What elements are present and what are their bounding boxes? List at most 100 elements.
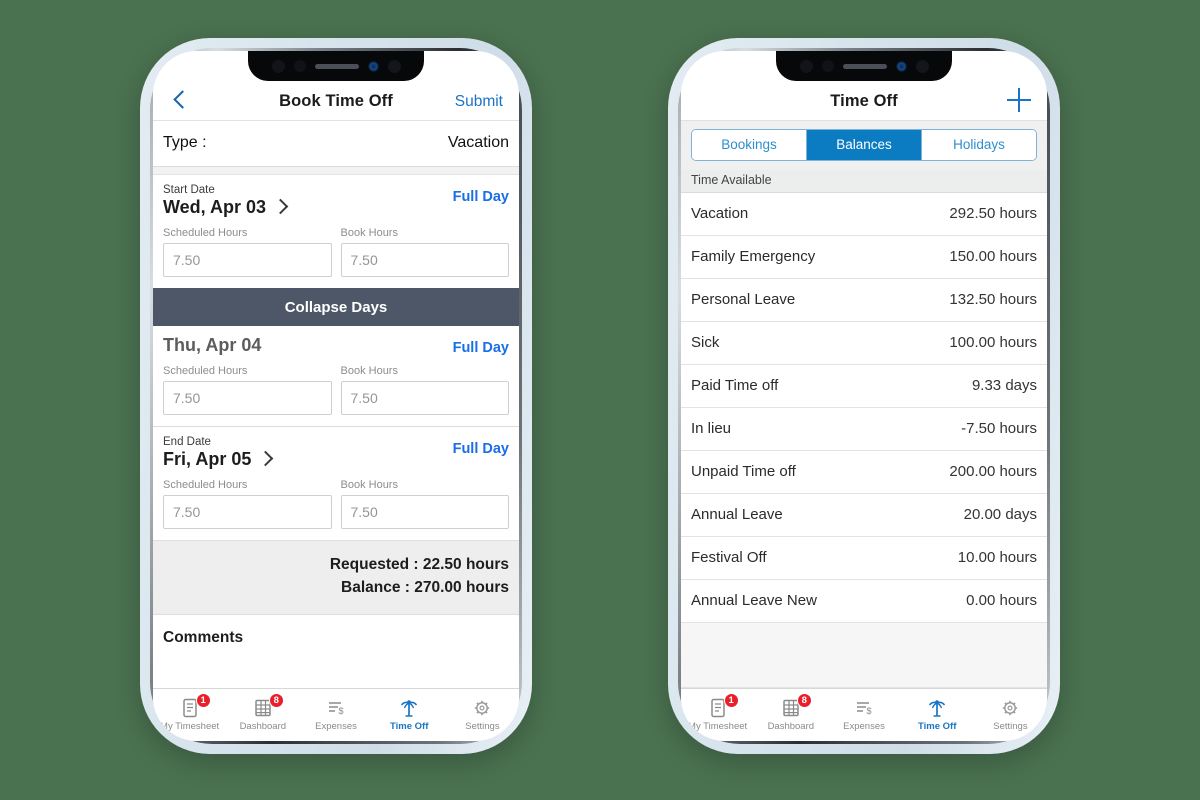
book-hours-input[interactable] bbox=[340, 381, 509, 415]
balance-value: 10.00 hours bbox=[957, 549, 1037, 566]
tab-label: My Timesheet bbox=[688, 721, 748, 732]
speaker-grille-icon bbox=[842, 63, 887, 69]
booking-form-scroll[interactable]: Type : Vacation Start Date Wed, Apr 03 F… bbox=[153, 121, 519, 688]
list-item[interactable]: Vacation 292.50 hours bbox=[681, 193, 1047, 236]
notch bbox=[248, 51, 424, 81]
icon-wrap: 1 bbox=[179, 693, 211, 718]
type-row[interactable]: Type : Vacation bbox=[153, 121, 519, 167]
tab-dashboard[interactable]: 8 Dashboard bbox=[226, 689, 299, 741]
day-date-group[interactable]: Start Date Wed, Apr 03 bbox=[163, 184, 289, 218]
scheduled-hours-field: Scheduled Hours bbox=[163, 479, 332, 529]
tab-balances[interactable]: Balances bbox=[806, 130, 921, 160]
balances-scroll[interactable]: Vacation 292.50 hours Family Emergency 1… bbox=[681, 193, 1047, 688]
icon-wrap: 8 bbox=[780, 693, 812, 718]
palm-tree-icon bbox=[398, 698, 420, 718]
camera-icon bbox=[271, 59, 285, 73]
day-date[interactable]: Fri, Apr 05 bbox=[163, 449, 274, 470]
list-item[interactable]: Personal Leave 132.50 hours bbox=[681, 279, 1047, 322]
full-day-link[interactable]: Full Day bbox=[453, 335, 509, 356]
tab-label: Expenses bbox=[315, 721, 357, 732]
tab-expenses[interactable]: $ Expenses bbox=[299, 689, 372, 741]
day-header: End Date Fri, Apr 05 Full Day bbox=[163, 436, 509, 470]
balance-total: Balance : 270.00 hours bbox=[341, 579, 509, 596]
phone-mockup-left: Book Time Off Submit Type : Vacation Sta… bbox=[140, 38, 532, 754]
tab-my-timesheet[interactable]: 1 My Timesheet bbox=[681, 689, 754, 741]
speaker-grille-icon bbox=[314, 63, 359, 69]
tab-expenses[interactable]: $ Expenses bbox=[827, 689, 900, 741]
type-value: Vacation bbox=[447, 134, 509, 151]
scheduled-hours-input[interactable] bbox=[163, 495, 332, 529]
list-item[interactable]: Sick 100.00 hours bbox=[681, 322, 1047, 365]
day-block-end: End Date Fri, Apr 05 Full Day Scheduled … bbox=[153, 427, 519, 540]
tab-time-off[interactable]: Time Off bbox=[901, 689, 974, 741]
list-item[interactable]: Annual Leave New 0.00 hours bbox=[681, 580, 1047, 623]
tab-dashboard[interactable]: 8 Dashboard bbox=[754, 689, 827, 741]
book-hours-label: Book Hours bbox=[340, 227, 398, 239]
tab-my-timesheet[interactable]: 1 My Timesheet bbox=[153, 689, 226, 741]
plus-icon[interactable] bbox=[1007, 88, 1031, 112]
chevron-right-icon bbox=[272, 198, 289, 215]
list-item[interactable]: Festival Off 10.00 hours bbox=[681, 537, 1047, 580]
tab-label: Dashboard bbox=[239, 721, 287, 732]
badge-count: 8 bbox=[268, 693, 284, 708]
day-date-group[interactable]: Thu, Apr 04 bbox=[163, 335, 261, 356]
day-block-start: Start Date Wed, Apr 03 Full Day Schedule… bbox=[153, 175, 519, 288]
camera-tertiary-icon bbox=[387, 59, 401, 73]
phone-mockup-right: Time Off Bookings Balances Holidays Time… bbox=[668, 38, 1060, 754]
submit-button[interactable]: Submit bbox=[455, 93, 503, 111]
tab-holidays[interactable]: Holidays bbox=[921, 130, 1036, 160]
tab-bookings[interactable]: Bookings bbox=[692, 130, 806, 160]
book-hours-input[interactable] bbox=[340, 495, 509, 529]
chevron-left-icon[interactable] bbox=[169, 89, 191, 111]
day-block-middle: Thu, Apr 04 Full Day Scheduled Hours Boo… bbox=[153, 326, 519, 426]
phone-screen-right: Time Off Bookings Balances Holidays Time… bbox=[681, 51, 1047, 741]
tabbar-left: 1 My Timesheet 8 Dashboard $ Expenses Ti… bbox=[153, 688, 519, 741]
list-item[interactable]: In lieu -7.50 hours bbox=[681, 408, 1047, 451]
day-date-text: Thu, Apr 04 bbox=[163, 335, 262, 355]
palm-tree-icon bbox=[926, 698, 948, 718]
badge-count: 8 bbox=[796, 693, 812, 708]
collapse-days-button[interactable]: Collapse Days bbox=[153, 288, 519, 326]
scheduled-hours-label: Scheduled Hours bbox=[163, 365, 248, 377]
gear-icon bbox=[999, 698, 1021, 718]
balance-name: In lieu bbox=[691, 420, 732, 437]
full-day-link[interactable]: Full Day bbox=[453, 184, 509, 205]
tab-settings[interactable]: Settings bbox=[974, 689, 1047, 741]
page-title: Time Off bbox=[830, 92, 898, 110]
segmented-control: Bookings Balances Holidays bbox=[691, 129, 1037, 161]
tab-settings[interactable]: Settings bbox=[446, 689, 519, 741]
tab-time-off[interactable]: Time Off bbox=[373, 689, 446, 741]
day-date-group[interactable]: End Date Fri, Apr 05 bbox=[163, 436, 274, 470]
day-date[interactable]: Wed, Apr 03 bbox=[163, 197, 289, 218]
scheduled-hours-input[interactable] bbox=[163, 381, 332, 415]
tab-label: Settings bbox=[993, 721, 1028, 732]
badge-count: 1 bbox=[723, 693, 739, 708]
list-item[interactable]: Paid Time off 9.33 days bbox=[681, 365, 1047, 408]
tabbar-right: 1 My Timesheet 8 Dashboard $ Expenses Ti… bbox=[681, 688, 1047, 741]
camera-secondary-icon bbox=[821, 60, 834, 72]
balance-value: -7.50 hours bbox=[961, 420, 1037, 437]
type-label: Type : bbox=[163, 134, 207, 151]
full-day-link[interactable]: Full Day bbox=[453, 436, 509, 457]
list-item[interactable]: Family Emergency 150.00 hours bbox=[681, 236, 1047, 279]
tab-label: Expenses bbox=[843, 721, 885, 732]
day-date[interactable]: Thu, Apr 04 bbox=[163, 335, 261, 356]
balance-value: 9.33 days bbox=[971, 377, 1037, 394]
icon-wrap: 1 bbox=[707, 693, 739, 718]
face-sensor-icon bbox=[367, 60, 379, 72]
tab-label: Dashboard bbox=[767, 721, 815, 732]
requested-total: Requested : 22.50 hours bbox=[329, 556, 509, 573]
list-item[interactable]: Unpaid Time off 200.00 hours bbox=[681, 451, 1047, 494]
balance-value: 150.00 hours bbox=[949, 248, 1037, 265]
segmented-control-wrap: Bookings Balances Holidays bbox=[681, 121, 1047, 170]
tab-label: My Timesheet bbox=[160, 721, 220, 732]
screenshot-canvas: Book Time Off Submit Type : Vacation Sta… bbox=[0, 0, 1200, 800]
scheduled-hours-input[interactable] bbox=[163, 243, 332, 277]
book-hours-input[interactable] bbox=[340, 243, 509, 277]
scheduled-hours-label: Scheduled Hours bbox=[163, 227, 248, 239]
balance-name: Festival Off bbox=[691, 549, 767, 566]
list-item[interactable]: Annual Leave 20.00 days bbox=[681, 494, 1047, 537]
svg-text:$: $ bbox=[867, 706, 872, 716]
face-sensor-icon bbox=[895, 60, 907, 72]
balance-value: 200.00 hours bbox=[949, 463, 1037, 480]
